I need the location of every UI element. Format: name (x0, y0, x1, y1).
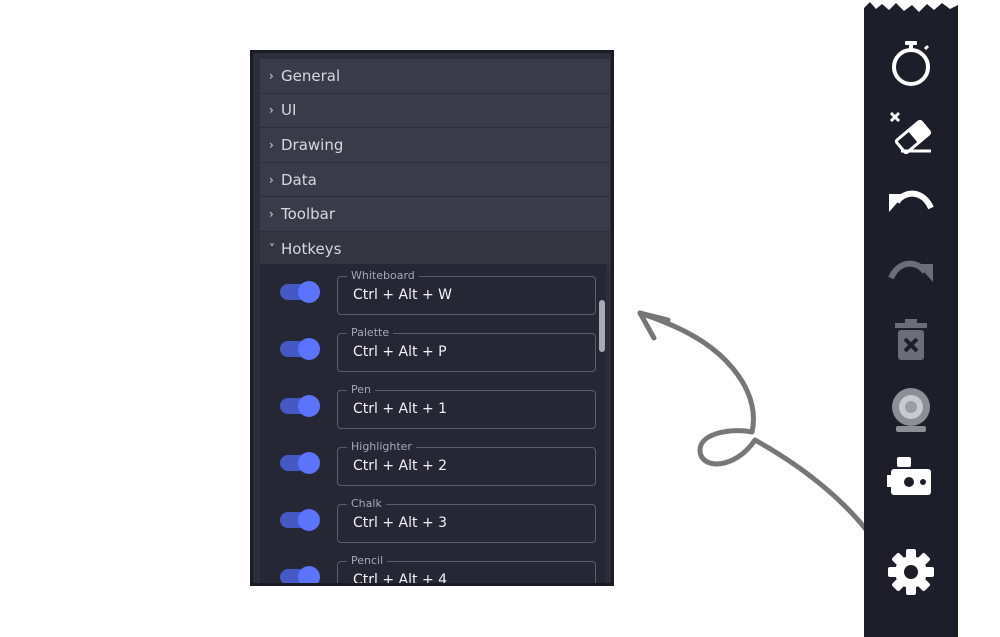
undo-icon (889, 190, 934, 212)
chevron-down-icon: ˅ (269, 241, 275, 256)
hotkey-row-whiteboard: Whiteboard Ctrl + Alt + W (260, 264, 606, 321)
toggle-knob (298, 566, 320, 583)
hotkey-toggle[interactable] (280, 281, 320, 303)
redo-icon (888, 260, 933, 282)
hotkey-row-chalk: Chalk Ctrl + Alt + 3 (260, 492, 606, 549)
hotkey-toggle[interactable] (280, 566, 320, 583)
section-hotkeys[interactable]: ˅ Hotkeys (260, 231, 610, 267)
clear-button[interactable] (886, 107, 936, 157)
chevron-right-icon: › (269, 103, 274, 118)
section-label: Hotkeys (281, 239, 342, 258)
hotkey-field[interactable]: Chalk Ctrl + Alt + 3 (337, 497, 596, 543)
hotkey-label: Chalk (347, 497, 386, 511)
hotkey-value: Ctrl + Alt + W (353, 287, 452, 303)
hotkey-label: Pen (347, 383, 375, 397)
webcam-button[interactable] (886, 385, 936, 435)
delete-button[interactable] (886, 315, 936, 365)
toggle-knob (298, 395, 320, 417)
hotkey-label: Palette (347, 326, 394, 340)
settings-button[interactable] (886, 547, 936, 597)
settings-sections: › General › UI › Drawing › Data › Toolba… (260, 59, 610, 267)
hotkey-field[interactable]: Highlighter Ctrl + Alt + 2 (337, 440, 596, 486)
hotkey-toggle[interactable] (280, 338, 320, 360)
hotkey-label: Highlighter (347, 440, 416, 454)
undo-button[interactable] (886, 177, 936, 227)
hotkey-row-palette: Palette Ctrl + Alt + P (260, 321, 606, 378)
hotkey-field[interactable]: Whiteboard Ctrl + Alt + W (337, 269, 596, 315)
chevron-right-icon: › (269, 137, 274, 152)
hotkey-row-highlighter: Highlighter Ctrl + Alt + 2 (260, 435, 606, 492)
hotkeys-list: Whiteboard Ctrl + Alt + W Palette Ctrl +… (260, 264, 606, 584)
chevron-right-icon: › (269, 172, 274, 187)
section-label: Data (281, 170, 317, 189)
toggle-knob (298, 338, 320, 360)
section-ui[interactable]: › UI (260, 93, 610, 129)
toggle-knob (298, 281, 320, 303)
section-general[interactable]: › General (260, 59, 610, 94)
hotkey-value: Ctrl + Alt + 1 (353, 401, 448, 417)
stopwatch-button[interactable] (886, 38, 936, 88)
hotkey-toggle[interactable] (280, 395, 320, 417)
hotkey-label: Whiteboard (347, 269, 419, 283)
section-label: Drawing (281, 135, 344, 154)
clear-eraser-icon (889, 111, 932, 155)
hotkey-field[interactable]: Palette Ctrl + Alt + P (337, 326, 596, 372)
hotkey-field[interactable]: Pencil Ctrl + Alt + 4 (337, 554, 596, 584)
hotkey-value: Ctrl + Alt + 3 (353, 515, 448, 531)
section-label: General (281, 66, 341, 85)
section-label: Toolbar (281, 205, 336, 224)
video-camera-icon (887, 457, 931, 495)
hotkey-field[interactable]: Pen Ctrl + Alt + 1 (337, 383, 596, 429)
hotkey-row-pencil: Pencil Ctrl + Alt + 4 (260, 549, 606, 584)
webcam-icon (892, 388, 930, 432)
section-drawing[interactable]: › Drawing (260, 128, 610, 163)
chevron-right-icon: › (269, 68, 274, 83)
hotkey-label: Pencil (347, 554, 388, 568)
scrollbar-thumb[interactable] (599, 300, 605, 352)
hotkey-value: Ctrl + Alt + 2 (353, 458, 448, 474)
video-record-button[interactable] (886, 452, 936, 502)
hotkey-value: Ctrl + Alt + 4 (353, 572, 448, 584)
chevron-right-icon: › (269, 207, 274, 222)
hotkey-value: Ctrl + Alt + P (353, 344, 447, 360)
stopwatch-icon (892, 41, 930, 86)
hotkey-toggle[interactable] (280, 509, 320, 531)
section-label: UI (281, 101, 297, 120)
hotkey-toggle[interactable] (280, 452, 320, 474)
settings-gear-icon (888, 549, 934, 595)
toggle-knob (298, 509, 320, 531)
toggle-knob (298, 452, 320, 474)
hotkey-row-pen: Pen Ctrl + Alt + 1 (260, 378, 606, 435)
redo-button[interactable] (886, 247, 936, 297)
tool-sidebar (864, 12, 958, 637)
trash-icon (895, 319, 927, 360)
section-data[interactable]: › Data (260, 162, 610, 198)
settings-panel: › General › UI › Drawing › Data › Toolba… (250, 50, 614, 586)
section-toolbar[interactable]: › Toolbar (260, 197, 610, 232)
